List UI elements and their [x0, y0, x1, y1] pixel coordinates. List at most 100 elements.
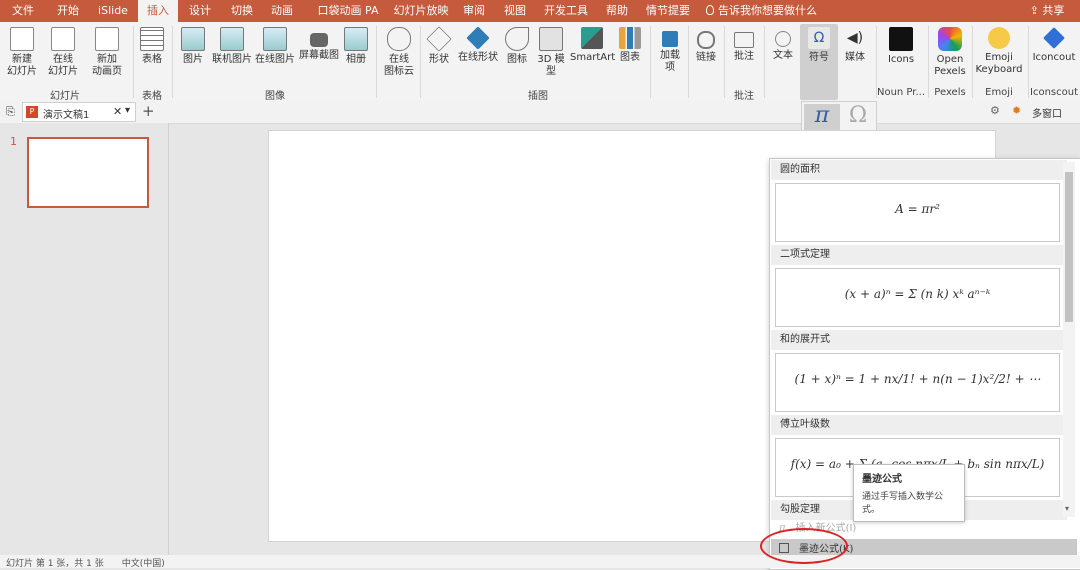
group-label-emoji: Emoji — [985, 87, 1013, 98]
smartart-button[interactable]: SmartArt — [570, 27, 615, 64]
icons-addin-icon — [889, 27, 913, 51]
emoji-icon — [988, 27, 1010, 49]
slide-thumbnail[interactable] — [27, 137, 149, 208]
document-tab-label: 演示文稿1 — [43, 110, 90, 121]
document-tab[interactable]: P 演示文稿1 ✕ ▾ — [22, 102, 136, 122]
new-anim-page-label: 新加 动画页 — [92, 54, 122, 77]
picture-label: 图片 — [183, 54, 203, 65]
slide-number: 1 — [10, 135, 17, 148]
shapes-button[interactable]: 形状 — [424, 26, 454, 66]
pexels-icon — [938, 27, 962, 51]
ink-equation-tooltip: 墨迹公式 通过手写插入数学公式。 — [853, 464, 965, 522]
smartart-icon — [581, 27, 603, 49]
iconscout-label: Iconcout — [1032, 52, 1076, 63]
online-picture2-label: 联机图片 — [212, 54, 252, 65]
multi-window-button[interactable]: 多窗口 — [1032, 105, 1062, 120]
new-tab-button[interactable]: + — [142, 102, 155, 120]
tab-help[interactable]: 帮助 — [598, 0, 636, 22]
table-label: 表格 — [142, 54, 162, 65]
tab-storyboard[interactable]: 情节提要 — [640, 0, 696, 22]
tab-transitions[interactable]: 切换 — [222, 0, 262, 22]
equation-title: 圆的面积 — [771, 160, 1067, 180]
text-button[interactable]: 文本 — [768, 27, 798, 62]
tab-view[interactable]: 视图 — [498, 0, 532, 22]
tab-islide[interactable]: iSlide — [90, 0, 136, 22]
ribbon-tab-bar: 文件 开始 iSlide 插入 设计 切换 动画 口袋动画 PA 幻灯片放映 审… — [0, 0, 1080, 22]
scroll-down-icon[interactable]: ▾ — [1065, 504, 1069, 513]
status-bar: 幻灯片 第 1 张，共 1 张 中文(中国) — [0, 555, 1080, 569]
open-pexels-button[interactable]: Open Pexels — [932, 27, 968, 78]
comment-button[interactable]: 批注 — [728, 27, 760, 63]
icons-label: 图标 — [507, 54, 527, 65]
tab-review[interactable]: 审阅 — [456, 0, 492, 22]
group-label-pexels: Pexels — [934, 87, 966, 98]
picture-button[interactable]: 图片 — [180, 27, 206, 66]
share-label: 共享 — [1042, 4, 1065, 17]
online-icon-cloud-label: 在线 图标云 — [384, 54, 414, 77]
emoji-keyboard-button[interactable]: Emoji Keyboard — [974, 27, 1024, 76]
shapes-label: 形状 — [429, 54, 449, 65]
online-slide-label: 在线 幻灯片 — [48, 54, 78, 77]
tab-file[interactable]: 文件 — [0, 0, 46, 22]
tab-animations[interactable]: 动画 — [262, 0, 302, 22]
gallery-scrollbar-thumb[interactable] — [1065, 172, 1073, 322]
iconscout-button[interactable]: Iconcout — [1030, 27, 1078, 64]
online-picture-icon — [220, 27, 244, 51]
tab-home[interactable]: 开始 — [46, 0, 90, 22]
online-slide-button[interactable]: 在线 幻灯片 — [44, 27, 82, 78]
link-icon — [697, 31, 715, 49]
link-button[interactable]: 链接 — [692, 27, 720, 64]
equation-formula: A = πr² — [895, 202, 940, 216]
tab-insert[interactable]: 插入 — [138, 0, 178, 22]
tab-design[interactable]: 设计 — [180, 0, 220, 22]
album-button[interactable]: 相册 — [342, 27, 370, 66]
group-divider — [1028, 26, 1029, 98]
text-icon — [775, 31, 791, 47]
online-shapes-icon — [466, 26, 490, 50]
equation-item[interactable]: A = πr² — [775, 183, 1060, 242]
close-icon[interactable]: ✕ — [113, 105, 122, 118]
tab-developer[interactable]: 开发工具 — [538, 0, 594, 22]
settings-icon[interactable]: ⚙ — [990, 104, 1000, 117]
tab-pocket-animation[interactable]: 口袋动画 PA — [304, 0, 392, 22]
album-label: 相册 — [346, 54, 366, 65]
screenshot-button[interactable]: 屏幕截图 — [298, 27, 340, 62]
addins-icon — [662, 31, 678, 47]
online-shapes-button[interactable]: 在线形状 — [456, 26, 500, 64]
new-slide-button[interactable]: 新建 幻灯片 — [4, 27, 40, 78]
chart-button[interactable]: 图表 — [616, 27, 644, 64]
symbol-button[interactable]: Ω 符号 — [800, 24, 838, 100]
new-anim-page-button[interactable]: 新加 动画页 — [86, 27, 128, 78]
online-picture2-button[interactable]: 联机图片 — [210, 27, 254, 66]
tell-me-search[interactable]: 告诉我你想要做什么 — [706, 0, 817, 22]
equation-item[interactable]: (1 + x)ⁿ = 1 + nx/1! + n(n − 1)x²/2! + ⋯ — [775, 353, 1060, 412]
equation-formula: (1 + x)ⁿ = 1 + nx/1! + n(n − 1)x²/2! + ⋯ — [794, 372, 1041, 386]
addins-button[interactable]: 加载 项 — [656, 27, 684, 74]
icons-addin-button[interactable]: Icons — [880, 27, 922, 66]
multi-window-label: 多窗口 — [1032, 109, 1062, 120]
group-label-tables: 表格 — [142, 91, 162, 102]
tell-me-label: 告诉我你想要做什么 — [718, 4, 817, 17]
model-3d-button[interactable]: 3D 模 型 — [534, 27, 568, 78]
ribbon: 新建 幻灯片 在线 幻灯片 新加 动画页 幻灯片 表格 表格 图片 联机图片 在… — [0, 22, 1080, 102]
icons-button[interactable]: 图标 — [502, 27, 532, 66]
comment-label: 批注 — [734, 51, 754, 62]
online-picture-button[interactable]: 在线图片 — [254, 27, 296, 66]
media-button[interactable]: ◀) 媒体 — [840, 27, 870, 64]
group-divider — [172, 26, 173, 98]
online-icon-cloud-button[interactable]: 在线 图标云 — [382, 27, 416, 78]
new-anim-page-icon — [95, 27, 119, 51]
online-slide-icon — [51, 27, 75, 51]
emoji-keyboard-label: Emoji Keyboard — [975, 52, 1023, 75]
addins-label: 加载 项 — [660, 50, 680, 73]
tab-list-icon[interactable]: ⎘ — [6, 105, 15, 119]
share-button[interactable]: ⇪ 共享 — [1024, 0, 1070, 22]
chevron-down-icon[interactable]: ▾ — [125, 105, 130, 116]
table-button[interactable]: 表格 — [138, 27, 166, 66]
equation-title: 二项式定理 — [771, 245, 1067, 265]
gear-icon[interactable]: ✹ — [1012, 104, 1021, 117]
omega-icon: Ω — [848, 103, 868, 128]
equation-item[interactable]: (x + a)ⁿ = Σ (n k) xᵏ aⁿ⁻ᵏ — [775, 268, 1060, 327]
tab-slideshow[interactable]: 幻灯片放映 — [390, 0, 452, 22]
group-divider — [972, 26, 973, 98]
